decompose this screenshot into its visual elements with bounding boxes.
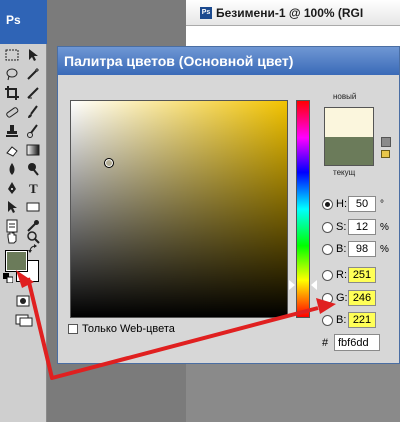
type-tool-icon[interactable]: T [24,180,42,196]
field-label-bl: B: [336,314,347,326]
gradient-tool-icon[interactable] [24,142,42,158]
web-colors-only-label: Только Web-цвета [82,323,175,335]
blur-tool-icon[interactable] [3,161,21,177]
saturation-brightness-field[interactable] [70,100,288,318]
document-titlebar[interactable]: Ps Безимени-1 @ 100% (RGI [186,0,400,26]
field-label-g: G: [336,292,348,304]
field-input-h[interactable]: 50 [348,196,376,212]
swap-colors-icon[interactable] [28,244,38,254]
healing-brush-icon[interactable] [3,104,21,120]
hex-input[interactable]: fbf6dd [334,334,380,351]
radio-s[interactable] [322,221,333,233]
radio-bl[interactable] [322,314,333,326]
hex-label: # [322,336,329,349]
zoom-tool-icon[interactable] [24,229,42,245]
photoshop-document-icon: Ps [200,6,212,19]
history-brush-icon[interactable] [24,123,42,139]
shape-tool-icon[interactable] [24,199,42,215]
lasso-tool-icon[interactable] [3,66,21,82]
hue-slider-right-arrow-icon[interactable] [311,280,317,290]
field-row-g: G: 246 [322,289,380,307]
path-selection-icon[interactable] [3,199,21,215]
field-row-bl: B: 221 [322,311,380,329]
current-color-swatch[interactable] [324,137,374,166]
color-selection-marker-icon[interactable] [104,158,114,168]
field-input-r[interactable]: 251 [348,267,376,283]
out-of-gamut-cube-icon[interactable] [381,137,391,147]
marquee-tool-icon[interactable] [3,47,21,63]
hex-row: # fbf6dd [322,334,380,351]
field-row-b: B: 98% [322,240,389,258]
color-picker-dialog: Палитра цветов (Основной цвет) Только We… [57,46,400,364]
dodge-tool-icon[interactable] [24,161,42,177]
radio-h[interactable] [322,198,333,210]
photoshop-header-strip: Ps [0,0,47,44]
foreground-color-swatch[interactable] [5,250,28,272]
field-label-s: S: [336,221,347,233]
current-color-label: текущ [333,168,356,177]
field-input-s[interactable]: 12 [348,219,376,235]
hand-tool-icon[interactable] [3,229,21,245]
brush-tool-icon[interactable] [24,104,42,120]
new-color-label: новый [333,92,357,101]
new-color-swatch [324,107,374,137]
hue-slider-left-arrow-icon[interactable] [289,280,295,290]
checkbox-icon[interactable] [68,324,78,334]
field-row-r: R: 251 [322,266,380,284]
field-unit-h: ° [380,198,384,210]
crop-tool-icon[interactable] [3,85,21,101]
radio-r[interactable] [322,269,333,281]
slice-tool-icon[interactable] [24,85,42,101]
radio-g[interactable] [322,292,333,304]
field-row-s: S: 12% [322,218,389,236]
web-safe-warning-icon[interactable] [381,150,390,158]
pen-tool-icon[interactable] [3,180,21,196]
field-unit-b: % [380,243,389,255]
document-title: Безимени-1 @ 100% (RGI [216,5,364,20]
field-input-bl[interactable]: 221 [348,312,376,328]
field-input-b[interactable]: 98 [348,241,376,257]
magic-wand-icon[interactable] [24,66,42,82]
default-colors-icon[interactable] [3,273,13,283]
field-label-h: H: [336,198,347,210]
field-row-h: H: 50 ° [322,195,384,213]
clone-stamp-icon[interactable] [3,123,21,139]
radio-b[interactable] [322,243,333,255]
hue-slider[interactable] [296,100,310,318]
radio-selected-dot-icon [325,201,330,207]
toolbox: Ps T [0,0,47,422]
screen-mode-icon[interactable] [14,312,34,328]
field-label-b: B: [336,243,347,255]
field-unit-s: % [380,221,389,233]
eraser-tool-icon[interactable] [3,142,21,158]
web-colors-only-checkbox[interactable]: Только Web-цвета [68,323,175,335]
field-label-r: R: [336,269,347,281]
move-tool-icon[interactable] [24,47,42,63]
dialog-titlebar[interactable]: Палитра цветов (Основной цвет) [58,47,399,75]
field-input-g[interactable]: 246 [348,290,376,306]
photoshop-logo: Ps [6,13,21,27]
document-pasteboard [186,360,400,422]
svg-text:T: T [29,181,38,195]
quick-mask-icon[interactable] [14,293,32,309]
dialog-title: Палитра цветов (Основной цвет) [64,53,294,69]
